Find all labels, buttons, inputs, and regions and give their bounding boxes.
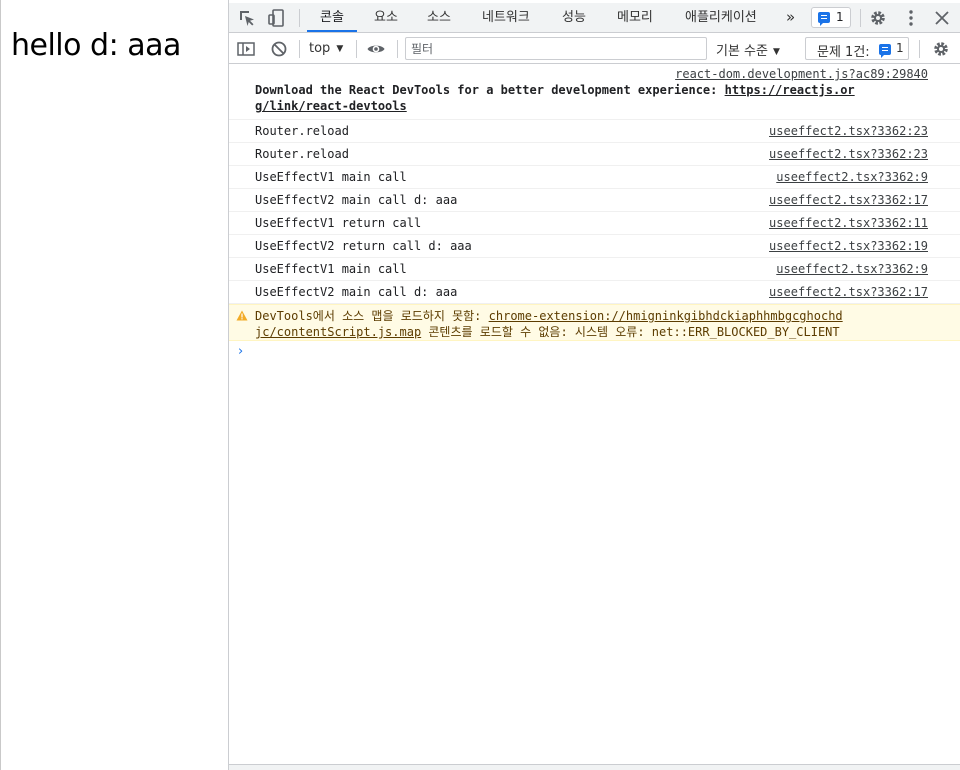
console-message: UseEffectV1 return call useeffect2.tsx?3… [229,212,960,235]
issue-bubble-icon [879,44,891,58]
console-warning: DevTools에서 소스 맵을 로드하지 못함: chrome-extensi… [229,304,960,341]
message-text: UseEffectV2 main call d: aaa [255,285,458,299]
message-text: UseEffectV1 main call [255,262,407,276]
console-message: UseEffectV1 main call useeffect2.tsx?336… [229,166,960,189]
warning-suffix: 콘텐츠를 로드할 수 없음: 시스템 오류: net::ERR_BLOCKED_… [421,325,840,339]
console-output: react-dom.development.js?ac89:29840 Down… [229,65,960,359]
message-text: UseEffectV2 main call d: aaa [255,193,458,207]
issues-badge-count: 1 [836,10,844,24]
message-text: UseEffectV2 return call d: aaa [255,239,472,253]
issues-count: 1 [896,41,904,55]
console-settings-icon[interactable] [931,39,951,59]
dropdown-arrow-icon: ▼ [336,44,344,54]
message-text: Router.reload [255,147,349,161]
tabbar-divider [299,9,300,27]
console-message: UseEffectV2 main call d: aaa useeffect2.… [229,189,960,212]
clear-console-icon[interactable] [269,39,289,59]
more-vert-icon[interactable] [901,8,921,28]
log-levels-dropdown[interactable]: 기본 수준 ▼ [716,40,780,59]
tab-network[interactable]: 네트워크 [482,3,530,32]
inspect-icon[interactable] [237,8,257,28]
react-devtools-link[interactable]: https://reactjs.or [725,83,855,97]
tab-label: 요소 [374,10,398,25]
warning-prefix: DevTools에서 소스 맵을 로드하지 못함: [255,309,489,323]
source-map-link-continued[interactable]: jc/contentScript.js.map [255,325,421,339]
tab-label: 콘솔 [320,10,344,25]
sidebar-toggle-icon[interactable] [236,39,256,59]
message-source-link[interactable]: useeffect2.tsx?3362:17 [769,193,928,207]
console-prompt-icon[interactable]: › [238,344,243,359]
page-heading: hello d: aaa [11,28,181,63]
message-text: UseEffectV1 return call [255,216,422,230]
settings-icon[interactable] [868,8,888,28]
toolbar-divider [397,40,398,58]
warning-text-continued: jc/contentScript.js.map 콘텐츠를 로드할 수 없음: 시… [255,323,840,340]
device-toolbar-icon[interactable] [266,8,286,28]
console-toolbar: top ▼ 기본 수준 ▼ 문제 1건: 1 [229,34,960,64]
react-devtools-link-continued[interactable]: g/link/react-devtools [255,99,407,113]
context-selector[interactable]: top ▼ [309,41,343,56]
source-map-link[interactable]: chrome-extension://hmigninkgibhdckiaphhm… [489,309,843,323]
console-message: UseEffectV1 main call useeffect2.tsx?336… [229,258,960,281]
dropdown-arrow-icon: ▼ [772,47,780,57]
toolbar-divider [299,40,300,58]
levels-value: 기본 수준 [716,44,768,59]
tab-application[interactable]: 애플리케이션 [685,3,757,32]
console-message: react-dom.development.js?ac89:29840 Down… [229,65,960,120]
message-source-link[interactable]: useeffect2.tsx?3362:11 [769,216,928,230]
message-source-link[interactable]: useeffect2.tsx?3362:17 [769,285,928,299]
message-source-link[interactable]: useeffect2.tsx?3362:23 [769,124,928,138]
filter-field[interactable] [405,37,707,60]
context-value: top [309,41,331,56]
message-source-link[interactable]: useeffect2.tsx?3362:23 [769,147,928,161]
issues-label: 문제 1건: [817,45,870,60]
filter-input[interactable] [406,38,706,60]
message-source-link[interactable]: useeffect2.tsx?3362:9 [776,170,928,184]
tab-label: 메모리 [617,10,653,25]
message-text-continued: g/link/react-devtools [255,99,407,113]
eye-icon[interactable] [366,39,386,59]
devtools-tabbar: 콘솔 요소 소스 네트워크 성능 메모리 애플리케이션 » 1 [229,3,960,33]
page-viewport: hello d: aaa [0,0,228,770]
message-text: Router.reload [255,124,349,138]
warning-text: DevTools에서 소스 맵을 로드하지 못함: chrome-extensi… [255,307,843,324]
console-message: Router.reload useeffect2.tsx?3362:23 [229,143,960,166]
console-message: UseEffectV2 main call d: aaa useeffect2.… [229,281,960,304]
issues-button[interactable]: 문제 1건: 1 [805,37,909,60]
drawer-edge [229,764,960,770]
more-tabs-button[interactable]: » [786,3,795,32]
message-text: Download the React DevTools for a better… [255,83,855,97]
tabbar-divider [860,9,861,27]
toolbar-divider [356,40,357,58]
tab-elements[interactable]: 요소 [374,3,398,32]
tab-label: 성능 [562,10,586,25]
warning-icon [236,310,248,321]
tab-label: 소스 [427,10,451,25]
message-source-link[interactable]: useeffect2.tsx?3362:9 [776,262,928,276]
console-message: UseEffectV2 return call d: aaa useeffect… [229,235,960,258]
tab-memory[interactable]: 메모리 [617,3,653,32]
more-tabs-icon: » [786,8,796,26]
message-source-link[interactable]: react-dom.development.js?ac89:29840 [675,67,928,81]
issue-bubble-icon [818,12,830,26]
tab-performance[interactable]: 성능 [562,3,586,32]
devtools-panel: 콘솔 요소 소스 네트워크 성능 메모리 애플리케이션 » 1 top ▼ 필터… [228,0,960,770]
tab-sources[interactable]: 소스 [427,3,451,32]
message-text: UseEffectV1 main call [255,170,407,184]
console-message: Router.reload useeffect2.tsx?3362:23 [229,120,960,143]
close-icon[interactable] [932,8,952,28]
tab-label: 애플리케이션 [685,10,757,25]
intro-text: Download the React DevTools for a better… [255,83,725,97]
toolbar-divider [919,40,920,58]
issues-badge[interactable]: 1 [811,7,851,28]
message-source-link[interactable]: useeffect2.tsx?3362:19 [769,239,928,253]
tab-label: 네트워크 [482,10,530,25]
tab-console[interactable]: 콘솔 [307,3,357,32]
